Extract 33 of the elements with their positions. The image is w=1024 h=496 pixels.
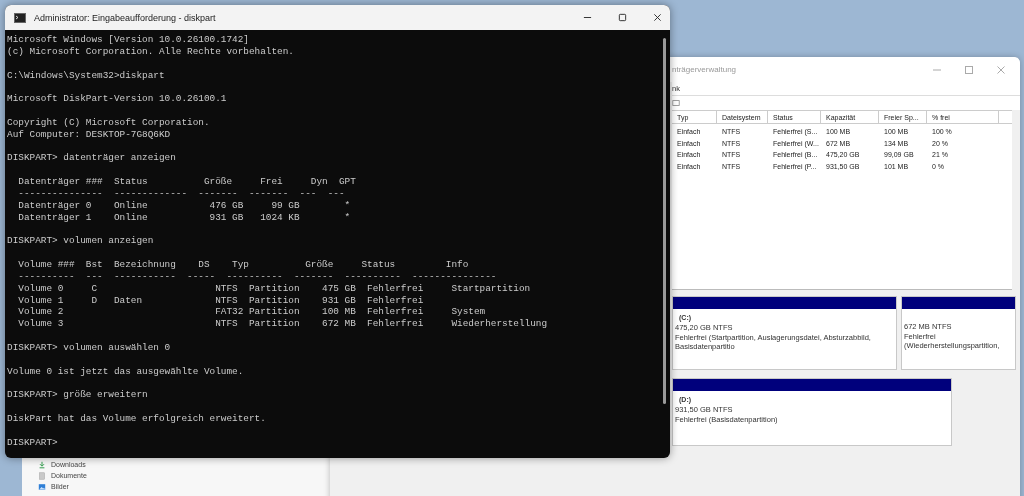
console-line: Volume 2 FAT32 Partition 100 MB Fehlerfrei System <box>17 306 487 319</box>
console-line: Datenträger 0 Online 476 GB 99 GB * <box>17 199 352 212</box>
console-line: Volume ### Bst Bezeichnung DS Typ Größe Status Info <box>17 259 470 271</box>
terminal-icon <box>14 12 26 23</box>
console-line: Volume 0 ist jetzt das ausgewählte Volume. <box>7 365 245 378</box>
document-icon <box>38 471 46 480</box>
console-line: C:\Windows\System32>diskpart <box>7 69 166 82</box>
console-line: DISKPART> <box>7 436 59 449</box>
download-icon <box>38 460 46 469</box>
console-line: (c) Microsoft Corporation. Alle Rechte vorbehalten. <box>7 45 295 58</box>
console-line: DiskPart hat das Volume erfolgreich erweitert. <box>7 413 267 425</box>
window-title: nträgerverwaltung <box>672 65 737 74</box>
console-line: DISKPART> datenträger anzeigen <box>7 152 177 165</box>
maximize-icon[interactable] <box>618 13 627 22</box>
console-line: Copyright (C) Microsoft Corporation. <box>7 116 211 129</box>
console-line: DISKPART> volumen anzeigen <box>7 235 155 248</box>
console-line: Volume 1 D Daten NTFS Partition 931 GB Fehlerfrei <box>17 294 425 307</box>
console-line: Microsoft DiskPart-Version 10.0.26100.1 <box>7 93 228 106</box>
console-line: DISKPART> größe erweitern <box>7 389 149 402</box>
console-line: Datenträger ### Status Größe Frei Dyn GPT <box>17 176 357 188</box>
console-line: DISKPART> volumen auswählen 0 <box>7 341 172 354</box>
picture-icon <box>38 482 46 491</box>
console-line: Auf Computer: DESKTOP-7G8Q6KD <box>7 128 172 141</box>
toolbar-icon[interactable] <box>672 99 680 107</box>
scrollbar-thumb[interactable] <box>663 38 666 404</box>
console-line: --------------- ------------- ------- ------- --- --- <box>17 187 346 200</box>
console-line: ---------- --- ----------- ----- ---------- ------- ---------- --------------- <box>17 270 498 283</box>
console-line: Datenträger 1 Online 931 GB 1024 KB * <box>17 211 352 224</box>
console-line: Microsoft Windows [Version 10.0.26100.1742] <box>7 34 250 46</box>
window-title: Administrator: Eingabeaufforderung - diskpart <box>34 12 216 23</box>
console-line: Volume 0 C NTFS Partition 475 GB Fehlerfrei Startpartition <box>17 282 532 295</box>
close-icon[interactable] <box>653 13 662 22</box>
console-line: Volume 3 NTFS Partition 672 MB Fehlerfrei Wiederherstellung <box>17 318 549 331</box>
